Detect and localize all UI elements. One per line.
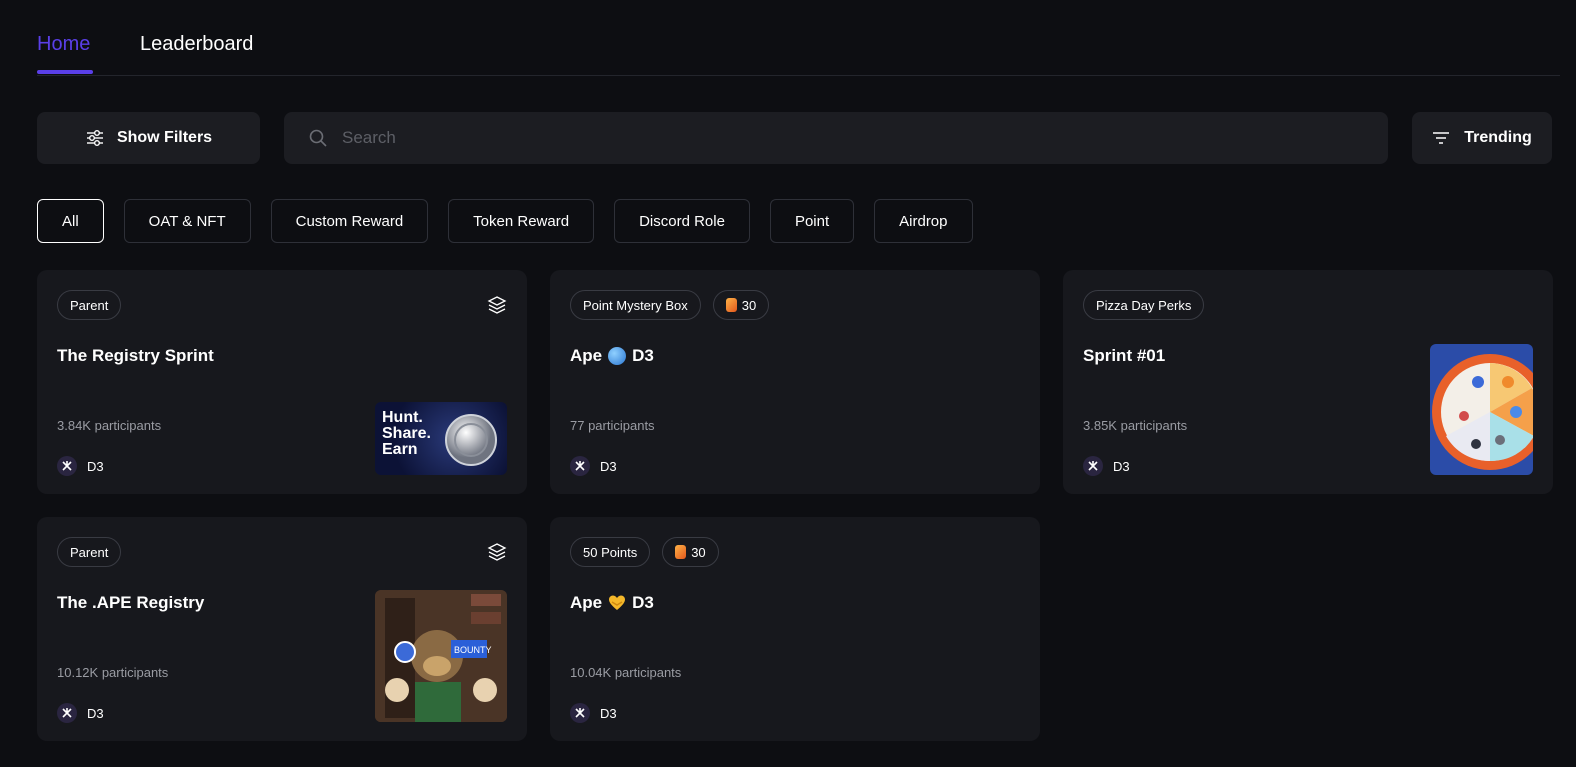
campaign-card[interactable]: 50 Points 30 Ape D3 10.04K participants … [550,517,1040,741]
point-coin-icon [675,545,687,559]
tag-points-value: 30 [691,544,706,560]
campaign-card[interactable]: Parent The .APE Registry 10.12K particip… [37,517,527,741]
tag-points-value: 30 [741,297,757,313]
campaign-card[interactable]: Point Mystery Box 30 Ape D3 77 participa… [550,270,1040,494]
tab-leaderboard[interactable]: Leaderboard [140,33,253,56]
card-title: The .APE Registry [57,593,205,612]
d3-logo-icon [1083,456,1103,476]
card-owner: D3 [570,456,617,476]
d3-logo-icon [570,703,590,723]
thumb-line-hunt: Hunt. [382,409,423,426]
tag-parent: Parent [57,290,122,320]
card-title-part: D3 [632,593,654,612]
chip-discord-role[interactable]: Discord Role [614,199,750,243]
card-tags: Point Mystery Box 30 [570,290,770,320]
participant-count: 77 participants [570,418,655,433]
card-thumbnail: Hunt. Share. Earn [375,402,507,475]
card-title-part: Ape [570,593,603,612]
owner-name: D3 [600,705,617,721]
tag-50-points: 50 Points [570,537,651,567]
search-icon [309,129,327,147]
tag-points-reward: 30 [662,537,719,567]
active-tab-indicator [37,70,93,74]
chip-all[interactable]: All [37,199,104,243]
reward-type-chips: All OAT & NFT Custom Reward Token Reward… [37,199,973,243]
card-owner: D3 [1083,456,1130,476]
chip-custom-reward[interactable]: Custom Reward [270,199,429,243]
owner-name: D3 [87,705,104,721]
owner-name: D3 [600,458,617,474]
participant-count: 10.04K participants [570,665,682,680]
owner-name: D3 [87,458,104,474]
card-title-part: D3 [632,346,654,365]
point-coin-icon [725,298,737,312]
layers-icon [487,296,507,314]
layers-icon [487,543,507,561]
handshake-icon [609,595,626,610]
participant-count: 3.84K participants [57,418,162,433]
card-title: Ape D3 [570,346,654,366]
card-owner: D3 [57,456,104,476]
card-thumbnail [1430,344,1533,475]
card-tags: 50 Points 30 [570,537,719,567]
chip-airdrop[interactable]: Airdrop [874,199,973,243]
pizza-icon [1432,354,1533,470]
owner-name: D3 [1113,458,1130,474]
chip-token-reward[interactable]: Token Reward [448,199,595,243]
campaign-card[interactable]: Pizza Day Perks Sprint #01 3.85K partici… [1063,270,1553,494]
tab-home[interactable]: Home [37,33,90,56]
card-tags: Parent [57,537,122,567]
card-title: Ape D3 [570,593,654,613]
tag-point-mystery-box: Point Mystery Box [570,290,701,320]
globe-icon [608,347,627,365]
tag-pizza-day-perks: Pizza Day Perks [1083,290,1205,320]
chip-point[interactable]: Point [769,199,855,243]
card-owner: D3 [570,703,617,723]
tag-points-reward: 30 [712,290,770,320]
show-filters-button[interactable]: Show Filters [37,112,260,164]
sliders-icon [86,130,103,146]
show-filters-label: Show Filters [116,129,213,146]
ape-illustration-icon: BOUNTY [375,590,507,722]
svg-text:BOUNTY: BOUNTY [454,645,492,655]
thumb-line-earn: Earn [382,441,418,458]
search-input[interactable] [342,128,1342,148]
search-bar [284,112,1388,164]
sort-trending-button[interactable]: Trending [1412,112,1552,164]
card-title: Sprint #01 [1083,346,1166,365]
campaign-card[interactable]: Parent The Registry Sprint 3.84K partici… [37,270,527,494]
card-tags: Parent [57,290,122,320]
d3-logo-icon [57,703,77,723]
thumb-line-share: Share. [382,425,431,442]
sort-label: Trending [1464,129,1532,146]
card-tags: Pizza Day Perks [1083,290,1205,320]
participant-count: 3.85K participants [1083,418,1188,433]
sort-icon [1433,132,1450,144]
card-title: The Registry Sprint [57,346,214,365]
tag-parent: Parent [57,537,122,567]
coin-icon [445,414,497,466]
card-owner: D3 [57,703,104,723]
card-title-part: Ape [570,346,603,365]
tab-bar: Home Leaderboard [37,0,1560,76]
d3-logo-icon [570,456,590,476]
card-thumbnail: BOUNTY [375,590,507,722]
participant-count: 10.12K participants [57,665,169,680]
d3-logo-icon [57,456,77,476]
chip-oat-nft[interactable]: OAT & NFT [123,199,251,243]
